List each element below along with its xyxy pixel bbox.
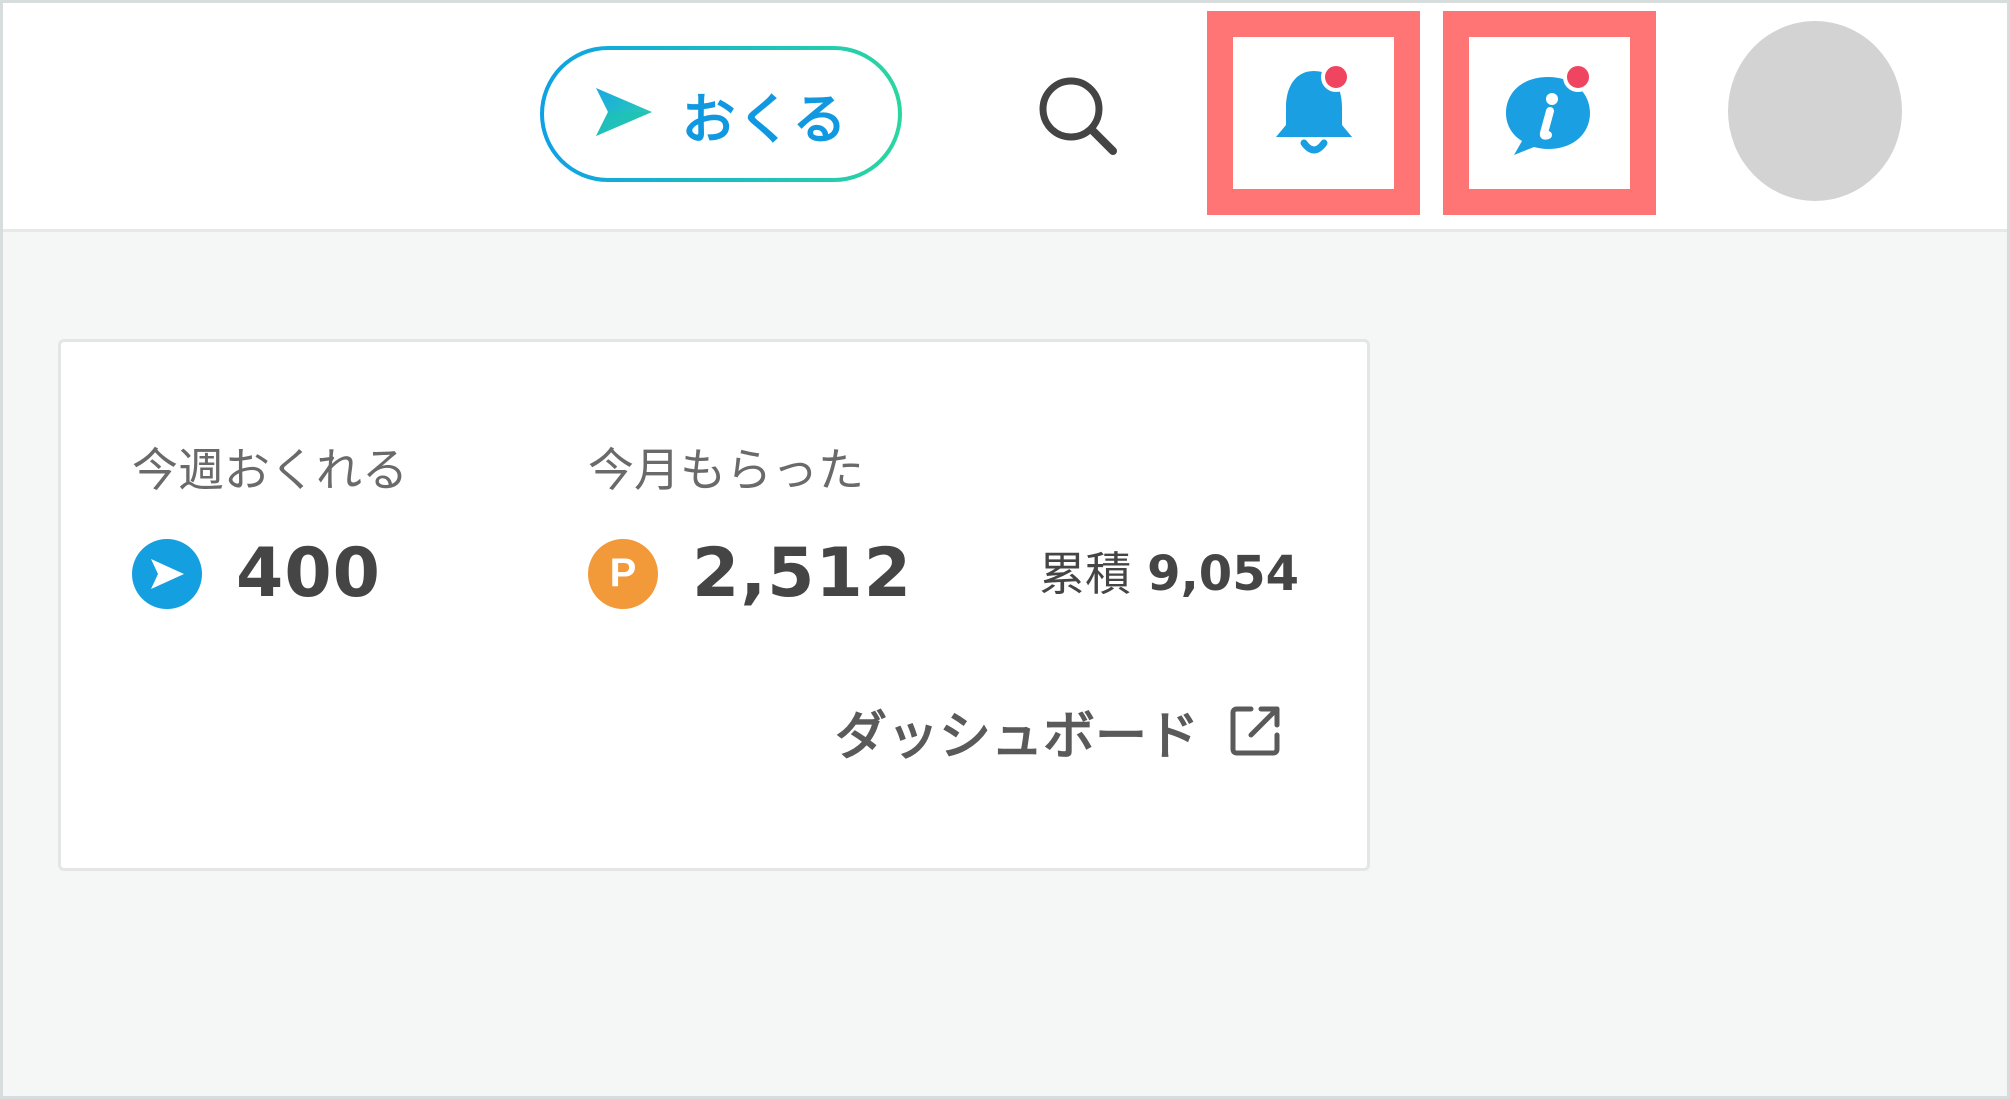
notifications-button[interactable]: [1233, 37, 1394, 189]
received-this-month-label: 今月もらった: [588, 443, 864, 497]
info-chat-icon: [1498, 61, 1602, 165]
paper-plane-icon: [594, 86, 654, 142]
external-link-icon: [1227, 701, 1285, 763]
dashboard-link[interactable]: ダッシュボード: [835, 694, 1285, 769]
sendable-this-week-value: 400: [236, 534, 381, 613]
avatar[interactable]: [1728, 21, 1902, 201]
cumulative-label: 累積: [1039, 547, 1132, 601]
bell-icon: [1264, 61, 1364, 165]
sendable-this-week-row: 400: [132, 534, 381, 613]
cumulative-total: 累積 9,054: [1039, 538, 1299, 604]
summary-card: 今週おくれる 400 今月もらった P 2,512 累積 9,054 ダッシュボ…: [58, 339, 1370, 871]
point-coin-letter: P: [609, 551, 637, 595]
app-frame: おくる 今週おくれる 400 今月もらった P 2,512 累積 9,054 ダ…: [0, 0, 2010, 1099]
dashboard-link-label: ダッシュボード: [834, 707, 1199, 767]
send-coin-icon: [132, 538, 202, 609]
sendable-this-week-label: 今週おくれる: [132, 443, 408, 497]
top-header: おくる: [3, 3, 2007, 232]
info-button[interactable]: [1469, 37, 1630, 189]
received-this-month-value: 2,512: [692, 534, 913, 613]
received-this-month-row: P 2,512: [588, 534, 912, 613]
search-icon: [1033, 71, 1123, 165]
cumulative-value: 9,054: [1147, 546, 1299, 602]
search-button[interactable]: [1028, 68, 1128, 168]
send-button[interactable]: おくる: [540, 46, 902, 182]
point-coin-icon: P: [588, 538, 658, 609]
send-button-label: おくる: [681, 87, 849, 151]
